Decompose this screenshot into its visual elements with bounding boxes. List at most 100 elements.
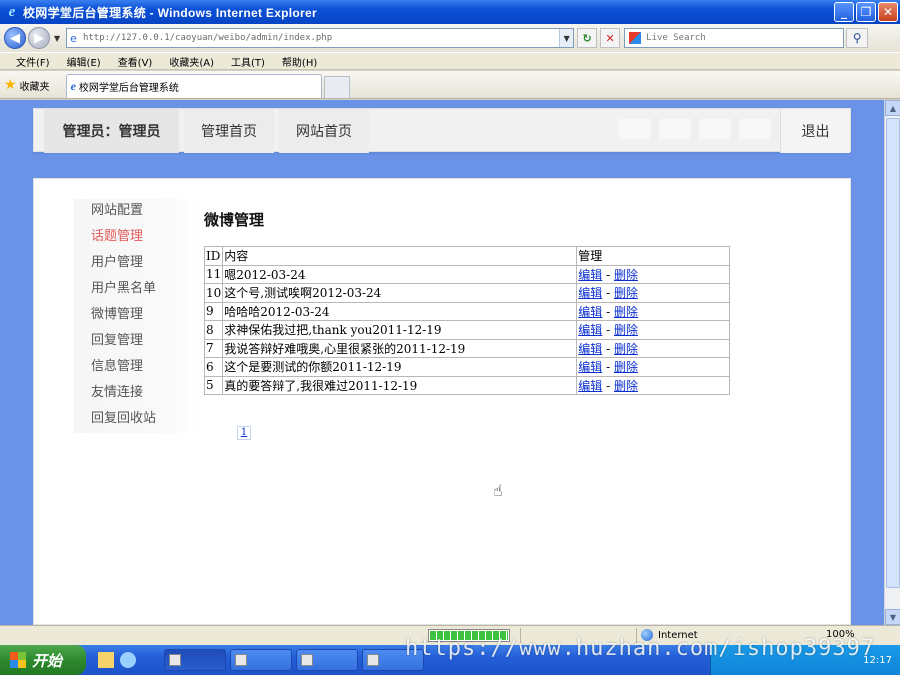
column-header-id: ID	[203, 246, 224, 266]
quick-launch	[98, 652, 136, 668]
edit-link[interactable]: 编辑	[578, 268, 602, 282]
task-window-3[interactable]	[296, 649, 358, 671]
edit-link[interactable]: 编辑	[578, 323, 602, 337]
site-home-link[interactable]: 网站首页	[279, 109, 369, 153]
delete-link[interactable]: 删除	[614, 286, 638, 300]
address-dropdown-icon[interactable]: ▼	[559, 29, 574, 47]
action-separator: -	[602, 341, 614, 356]
sidebar: 网站配置 话题管理 用户管理 用户黑名单 微博管理 回复管理 信息管理 友情连接…	[74, 199, 198, 433]
search-button[interactable]: ⚲	[846, 28, 869, 48]
edit-link[interactable]: 编辑	[578, 360, 602, 374]
edit-link[interactable]: 编辑	[578, 305, 602, 319]
action-separator: -	[602, 286, 614, 301]
back-button[interactable]: ◀	[4, 27, 26, 49]
task-ie[interactable]	[164, 649, 226, 671]
delete-link[interactable]: 删除	[614, 268, 638, 282]
scroll-down-icon[interactable]: ▼	[885, 609, 900, 625]
action-separator: -	[602, 360, 614, 375]
pagination-page-1[interactable]: 1	[237, 426, 251, 440]
favorites-label: 收藏夹	[19, 81, 50, 93]
tab-title: 校网学堂后台管理系统	[78, 83, 179, 94]
windows-flag-icon	[10, 652, 26, 668]
table-row: 10 这个号,测试唉啊2012-03-24 编辑 - 删除	[203, 283, 730, 303]
weibo-table: ID 内容 管理 11 嗯2012-03-24 编辑 - 删除 10 这个号,测…	[203, 246, 730, 395]
sidebar-item-friend-links[interactable]: 友情连接	[74, 381, 198, 407]
search-input[interactable]	[646, 33, 837, 43]
row-id: 8	[203, 320, 224, 340]
logout-link[interactable]: 退出	[780, 109, 850, 153]
row-content: 这个是要测试的你额2011-12-19	[222, 357, 578, 377]
table-row: 8 求神保佑我过把,thank you2011-12-19 编辑 - 删除	[203, 320, 730, 340]
main-panel: 网站配置 话题管理 用户管理 用户黑名单 微博管理 回复管理 信息管理 友情连接…	[33, 178, 851, 625]
stop-button[interactable]: ✕	[600, 28, 621, 48]
row-id: 6	[203, 357, 224, 377]
delete-link[interactable]: 删除	[614, 323, 638, 337]
edit-link[interactable]: 编辑	[578, 286, 602, 300]
sidebar-item-messages[interactable]: 信息管理	[74, 355, 198, 381]
minimize-button[interactable]: _	[834, 2, 854, 22]
sidebar-item-users[interactable]: 用户管理	[74, 251, 198, 277]
address-bar[interactable]: e http://127.0.0.1/caoyuan/weibo/admin/i…	[66, 28, 575, 48]
sidebar-item-site-config[interactable]: 网站配置	[74, 199, 198, 225]
sidebar-item-replies[interactable]: 回复管理	[74, 329, 198, 355]
menu-favorites[interactable]: 收藏夹(A)	[169, 54, 214, 69]
browser-tab[interactable]: e 校网学堂后台管理系统	[65, 74, 322, 98]
app-icon	[301, 654, 313, 666]
delete-link[interactable]: 删除	[614, 305, 638, 319]
sidebar-item-weibo[interactable]: 微博管理	[74, 303, 198, 329]
row-id: 9	[203, 301, 224, 321]
row-id: 5	[203, 375, 224, 395]
folder-icon[interactable]	[98, 652, 114, 668]
menu-file[interactable]: 文件(F)	[16, 54, 50, 69]
system-tray: 12:17	[710, 645, 900, 675]
sidebar-item-topics[interactable]: 话题管理	[74, 225, 198, 251]
start-button[interactable]: 开始	[0, 645, 86, 675]
progress-fill	[430, 631, 508, 640]
app-icon	[367, 654, 379, 666]
delete-link[interactable]: 删除	[614, 379, 638, 393]
close-button[interactable]: ✕	[878, 2, 898, 22]
row-actions: 编辑 - 删除	[576, 375, 730, 395]
row-id: 11	[203, 264, 224, 284]
menu-view[interactable]: 查看(V)	[118, 54, 153, 69]
scroll-up-icon[interactable]: ▲	[885, 100, 900, 116]
window-controls: _ ❐ ✕	[834, 2, 898, 22]
ie-quick-icon[interactable]	[120, 652, 136, 668]
sidebar-item-reply-recycle[interactable]: 回复回收站	[74, 407, 198, 433]
history-dropdown-icon[interactable]: ▼	[54, 34, 60, 43]
status-bar: Internet 100%	[0, 625, 900, 645]
windows-taskbar: 开始 12:17	[0, 645, 900, 675]
action-separator: -	[602, 304, 614, 319]
delete-link[interactable]: 删除	[614, 342, 638, 356]
menu-edit[interactable]: 编辑(E)	[67, 54, 101, 69]
task-window-2[interactable]	[230, 649, 292, 671]
sidebar-item-blacklist[interactable]: 用户黑名单	[74, 277, 198, 303]
edit-link[interactable]: 编辑	[578, 379, 602, 393]
maximize-button[interactable]: ❐	[856, 2, 876, 22]
refresh-button[interactable]: ↻	[577, 28, 598, 48]
admin-top-nav: 管理员：管理员 管理首页 网站首页 退出	[33, 108, 851, 153]
zoom-level[interactable]: 100%	[826, 629, 855, 640]
new-tab-button[interactable]	[323, 76, 350, 98]
action-separator: -	[602, 267, 614, 282]
vertical-scrollbar[interactable]: ▲ ▼	[884, 100, 900, 625]
menu-tools[interactable]: 工具(T)	[231, 54, 265, 69]
action-separator: -	[602, 378, 614, 393]
admin-home-link[interactable]: 管理首页	[184, 109, 274, 153]
address-toolbar: ◀ ▶ ▼ e http://127.0.0.1/caoyuan/weibo/a…	[0, 24, 900, 52]
forward-button[interactable]: ▶	[28, 27, 50, 49]
menu-bar: 文件(F) 编辑(E) 查看(V) 收藏夹(A) 工具(T) 帮助(H)	[0, 52, 900, 70]
menu-help[interactable]: 帮助(H)	[282, 54, 317, 69]
search-box[interactable]	[624, 28, 845, 48]
delete-link[interactable]: 删除	[614, 360, 638, 374]
status-divider	[520, 628, 521, 644]
start-label: 开始	[32, 652, 63, 670]
edit-link[interactable]: 编辑	[578, 342, 602, 356]
stop-icon: ✕	[605, 31, 615, 45]
table-row: 7 我说答辩好难哦奥,心里很紧张的2011-12-19 编辑 - 删除	[203, 338, 730, 358]
favorites-button[interactable]: ★ 收藏夹	[4, 74, 50, 98]
address-url[interactable]: http://127.0.0.1/caoyuan/weibo/admin/ind…	[83, 33, 559, 43]
task-window-4[interactable]	[362, 649, 424, 671]
row-actions: 编辑 - 删除	[576, 338, 730, 358]
scroll-thumb[interactable]	[886, 118, 900, 588]
